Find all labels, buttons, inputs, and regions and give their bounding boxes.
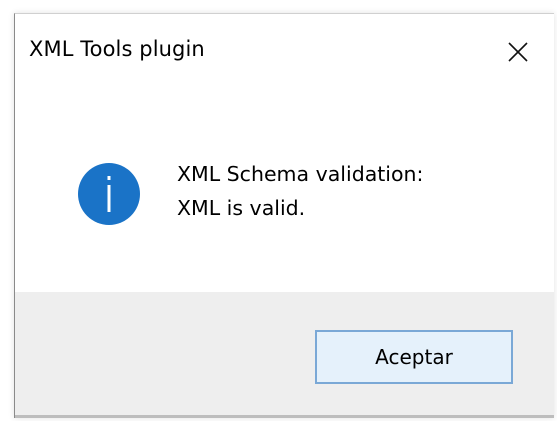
message-line-1: XML Schema validation: [177,162,424,186]
aceptar-button[interactable]: Aceptar [315,330,513,384]
close-icon [508,42,528,62]
dialog-message: XML Schema validation: XML is valid. [177,157,423,225]
dialog-footer: Aceptar [15,292,554,418]
dialog-bottom-edge [15,415,554,418]
dialog-titlebar: XML Tools plugin [15,14,554,92]
dialog-title: XML Tools plugin [29,37,205,61]
dialog-content: XML Schema validation: XML is valid. [15,92,554,292]
close-button[interactable] [498,32,538,72]
message-dialog: XML Tools plugin XML Schema validation: … [14,13,554,418]
aceptar-button-label: Aceptar [375,345,453,369]
message-line-2: XML is valid. [177,196,306,220]
info-icon [78,163,140,225]
